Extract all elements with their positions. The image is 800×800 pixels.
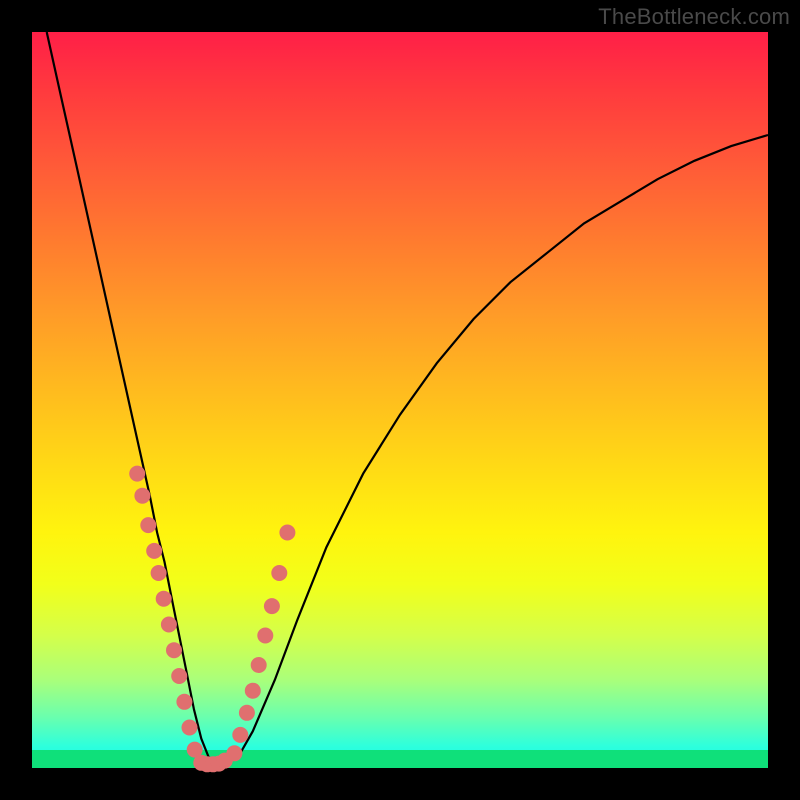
data-point: [146, 543, 162, 559]
bottleneck-curve: [47, 32, 768, 764]
data-point: [251, 657, 267, 673]
data-point: [226, 745, 242, 761]
data-point: [176, 694, 192, 710]
chart-svg: [32, 32, 768, 768]
data-point: [171, 668, 187, 684]
data-point: [140, 517, 156, 533]
data-point: [239, 705, 255, 721]
data-point: [245, 683, 261, 699]
data-point: [161, 617, 177, 633]
data-point: [129, 466, 145, 482]
data-point: [182, 720, 198, 736]
data-point: [264, 598, 280, 614]
data-point: [257, 628, 273, 644]
data-point: [156, 591, 172, 607]
data-point: [166, 642, 182, 658]
data-point: [271, 565, 287, 581]
data-points: [129, 466, 295, 773]
data-point: [134, 488, 150, 504]
watermark-label: TheBottleneck.com: [598, 4, 790, 30]
data-point: [232, 727, 248, 743]
data-point: [151, 565, 167, 581]
figure-container: TheBottleneck.com: [0, 0, 800, 800]
data-point: [279, 525, 295, 541]
plot-area: [32, 32, 768, 768]
